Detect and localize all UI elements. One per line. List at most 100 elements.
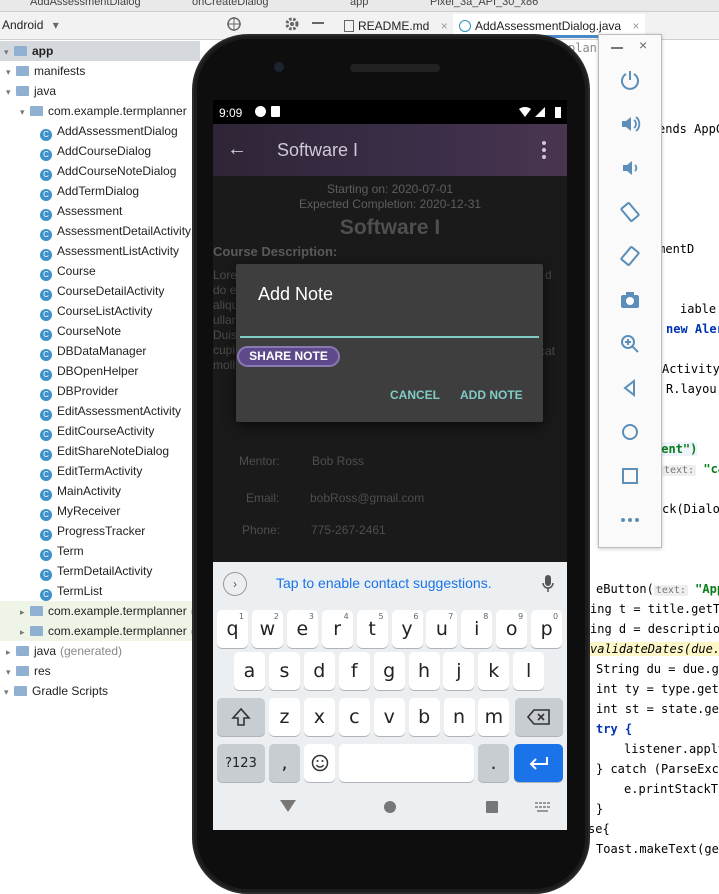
volume-down-icon[interactable] bbox=[615, 153, 645, 183]
symbols-key[interactable]: ?123 bbox=[217, 744, 265, 782]
key-k[interactable]: k bbox=[478, 652, 510, 690]
close-icon[interactable]: × bbox=[632, 19, 639, 33]
overview-icon[interactable] bbox=[615, 461, 645, 491]
tree-item-class[interactable]: C ProgressTracker bbox=[0, 521, 145, 541]
more-options-icon[interactable] bbox=[615, 505, 645, 535]
key-a[interactable]: a bbox=[234, 652, 265, 690]
target-icon[interactable] bbox=[226, 16, 242, 35]
home-icon[interactable] bbox=[615, 417, 645, 447]
breadcrumb-method[interactable]: onCreateDialog bbox=[192, 0, 268, 8]
emoji-key[interactable] bbox=[304, 744, 335, 782]
rotate-left-icon[interactable] bbox=[615, 197, 645, 227]
minimize-icon[interactable] bbox=[611, 47, 623, 49]
expand-arrow-icon[interactable]: ▾ bbox=[20, 102, 30, 122]
key-j[interactable]: j bbox=[443, 652, 475, 690]
tree-item-class[interactable]: C Assessment bbox=[0, 201, 122, 221]
back-arrow-icon[interactable]: ← bbox=[227, 138, 247, 161]
back-icon[interactable] bbox=[615, 373, 645, 403]
key-v[interactable]: v bbox=[373, 698, 405, 736]
key-n[interactable]: n bbox=[443, 698, 475, 736]
nav-back-icon[interactable] bbox=[279, 798, 297, 814]
tree-item-class[interactable]: C DBOpenHelper bbox=[0, 361, 138, 381]
tree-item-folder[interactable]: ▾ java bbox=[0, 81, 56, 101]
tree-item-folder[interactable]: ▾ app bbox=[0, 41, 200, 61]
tree-item-class[interactable]: C CourseNote bbox=[0, 321, 121, 341]
tree-item-class[interactable]: C MainActivity bbox=[0, 481, 121, 501]
tree-item-class[interactable]: C AddTermDialog bbox=[0, 181, 139, 201]
key-q[interactable]: q1 bbox=[217, 610, 248, 648]
key-r[interactable]: r4 bbox=[321, 610, 353, 648]
key-s[interactable]: s bbox=[268, 652, 300, 690]
device-select[interactable]: Pixel_3a_API_30_x86 bbox=[430, 0, 538, 8]
camera-icon[interactable] bbox=[615, 285, 645, 315]
device-screen[interactable]: 9:09 ← Software I Starting on: 2020-07-0… bbox=[213, 100, 567, 830]
key-u[interactable]: u7 bbox=[426, 610, 458, 648]
key-m[interactable]: m bbox=[478, 698, 510, 736]
gear-icon[interactable] bbox=[284, 16, 300, 35]
tree-item-class[interactable]: C DBDataManager bbox=[0, 341, 146, 361]
key-f[interactable]: f bbox=[338, 652, 370, 690]
tree-item-class[interactable]: C EditTermActivity bbox=[0, 461, 142, 481]
tree-item-folder[interactable]: ▸ java (generated) bbox=[0, 641, 122, 661]
tree-item-class[interactable]: C AssessmentDetailActivity bbox=[0, 221, 191, 241]
key-w[interactable]: w2 bbox=[251, 610, 283, 648]
backspace-key[interactable] bbox=[515, 698, 563, 736]
overflow-menu-icon[interactable] bbox=[541, 140, 547, 160]
key-i[interactable]: i8 bbox=[461, 610, 493, 648]
run-config-select[interactable]: app bbox=[350, 0, 368, 8]
expand-arrow-icon[interactable]: ▾ bbox=[6, 662, 16, 682]
key-d[interactable]: d bbox=[303, 652, 335, 690]
tree-item-class[interactable]: C TermDetailActivity bbox=[0, 561, 152, 581]
add-note-button[interactable]: ADD NOTE bbox=[460, 388, 523, 402]
key-x[interactable]: x bbox=[303, 698, 335, 736]
key-z[interactable]: z bbox=[269, 698, 300, 736]
tree-item-class[interactable]: C EditCourseActivity bbox=[0, 421, 154, 441]
tree-item-class[interactable]: C Course bbox=[0, 261, 96, 281]
chevron-right-icon[interactable]: › bbox=[223, 572, 247, 596]
tree-item-class[interactable]: C TermList bbox=[0, 581, 102, 601]
tree-item-folder[interactable]: ▾ com.example.termplanner bbox=[0, 101, 187, 121]
tree-item-folder[interactable]: ▾ res bbox=[0, 661, 51, 681]
key-y[interactable]: y6 bbox=[391, 610, 423, 648]
tree-item-class[interactable]: C MyReceiver bbox=[0, 501, 120, 521]
key-b[interactable]: b bbox=[408, 698, 440, 736]
tree-item-class[interactable]: C DBProvider bbox=[0, 381, 118, 401]
expand-arrow-icon[interactable]: ▾ bbox=[4, 42, 14, 62]
microphone-icon[interactable] bbox=[541, 574, 555, 594]
rotate-right-icon[interactable] bbox=[615, 241, 645, 271]
key-e[interactable]: e3 bbox=[286, 610, 318, 648]
expand-arrow-icon[interactable]: ▾ bbox=[6, 62, 16, 82]
key-o[interactable]: o9 bbox=[496, 610, 528, 648]
zoom-icon[interactable] bbox=[615, 329, 645, 359]
cancel-button[interactable]: CANCEL bbox=[390, 388, 440, 402]
tree-item-folder[interactable]: ▾ manifests bbox=[0, 61, 85, 81]
key-p[interactable]: p0 bbox=[531, 610, 563, 648]
nav-recents-icon[interactable] bbox=[485, 800, 499, 814]
keyboard-switch-icon[interactable] bbox=[535, 802, 551, 814]
power-icon[interactable] bbox=[615, 65, 645, 95]
tree-item-class[interactable]: C AddAssessmentDialog bbox=[0, 121, 178, 141]
tree-item-class[interactable]: C Term bbox=[0, 541, 84, 561]
comma-key[interactable]: , bbox=[269, 744, 300, 782]
key-c[interactable]: c bbox=[338, 698, 370, 736]
nav-home-icon[interactable] bbox=[383, 800, 397, 814]
tree-item-folder[interactable]: ▾ Gradle Scripts bbox=[0, 681, 108, 701]
minimize-icon[interactable] bbox=[312, 22, 324, 24]
expand-arrow-icon[interactable]: ▾ bbox=[6, 82, 16, 102]
share-note-button[interactable]: SHARE NOTE bbox=[237, 346, 340, 367]
key-h[interactable]: h bbox=[408, 652, 440, 690]
close-icon[interactable]: × bbox=[639, 37, 647, 53]
tree-item-class[interactable]: C AddCourseNoteDialog bbox=[0, 161, 176, 181]
expand-arrow-icon[interactable]: ▾ bbox=[4, 682, 14, 702]
tree-item-class[interactable]: C CourseListActivity bbox=[0, 301, 152, 321]
tree-item-class[interactable]: C AddCourseDialog bbox=[0, 141, 151, 161]
key-t[interactable]: t5 bbox=[356, 610, 388, 648]
project-view-selector[interactable]: Android ▾ bbox=[2, 18, 59, 32]
volume-up-icon[interactable] bbox=[615, 109, 645, 139]
note-input[interactable] bbox=[240, 314, 539, 338]
keyboard-suggestion[interactable]: Tap to enable contact suggestions. bbox=[276, 575, 492, 591]
expand-arrow-icon[interactable]: ▸ bbox=[6, 642, 16, 662]
key-g[interactable]: g bbox=[373, 652, 405, 690]
expand-arrow-icon[interactable]: ▸ bbox=[20, 602, 30, 622]
space-key[interactable] bbox=[339, 744, 474, 782]
